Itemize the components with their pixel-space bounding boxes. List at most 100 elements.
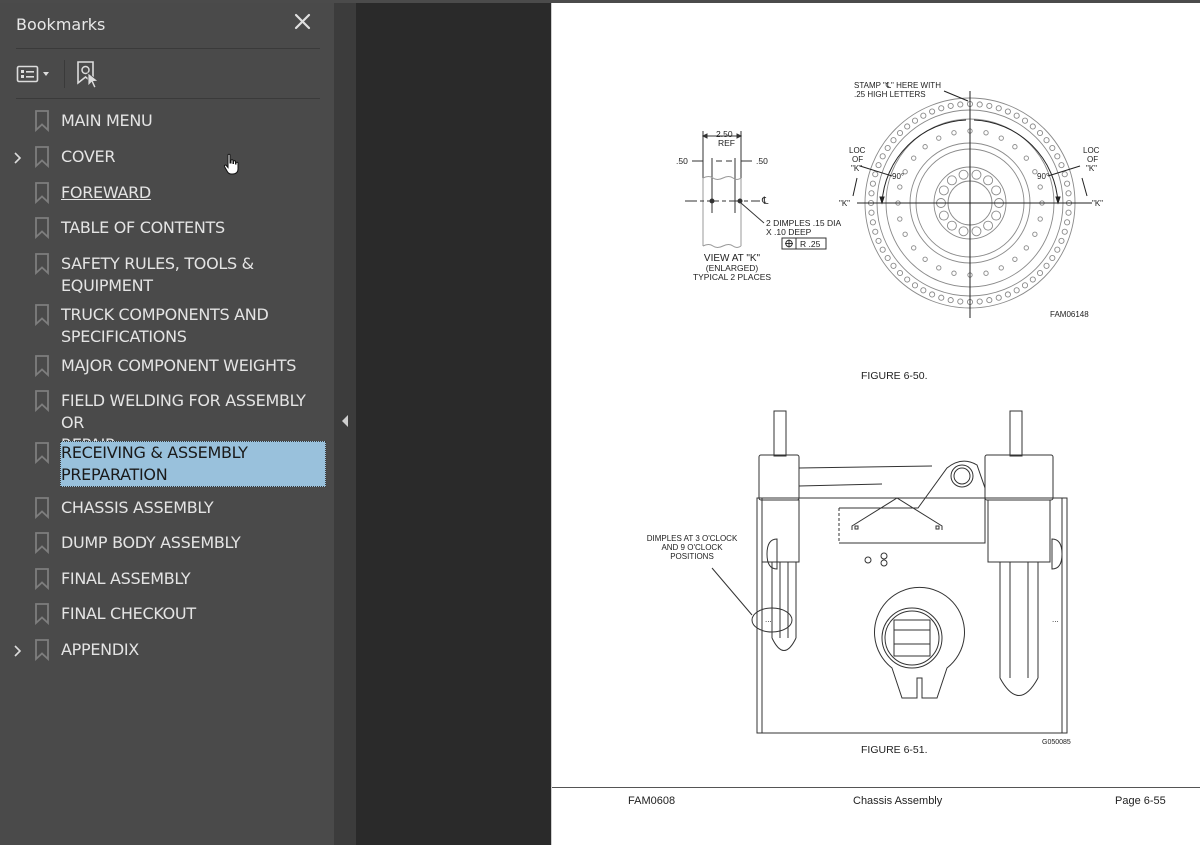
bolt-hole: [1058, 237, 1065, 244]
figure-51-id: G050085: [1042, 739, 1071, 746]
loc-left-line2: OF: [852, 155, 863, 164]
dimple-mark-right: ...: [1052, 615, 1059, 624]
bookmark-label-selected: RECEIVING & ASSEMBLY PREPARATION: [60, 441, 326, 487]
bolt-hole: [879, 153, 886, 160]
footer-page-number: Page 6-55: [1115, 795, 1166, 807]
figure-6-50-drawing: 2.50 REF .50 .50 ℄ 2 DIMPLES .15 DIA X .…: [676, 81, 1103, 382]
footer-rule: [552, 787, 1200, 788]
loc-right-line1: LOC: [1083, 146, 1100, 155]
bookmark-foreward[interactable]: FOREWARD: [0, 181, 334, 205]
bookmark-icon: [35, 146, 49, 168]
bolt-hole: [971, 169, 982, 180]
bolt-hole: [1037, 184, 1043, 190]
collapse-panel-icon[interactable]: [340, 413, 350, 429]
bolt-hole: [991, 185, 1002, 196]
bolt-hole: [946, 220, 957, 231]
bolt-hole: [920, 112, 927, 119]
bolt-hole: [976, 101, 983, 108]
bolt-hole: [983, 130, 989, 136]
bookmarks-toolbar: [16, 57, 320, 91]
bookmark-receiving-assembly-preparation[interactable]: RECEIVING & ASSEMBLY PREPARATION: [0, 441, 334, 487]
bolt-hole: [1004, 108, 1011, 115]
bolt-hole: [938, 294, 945, 301]
dimple-mark-left: ...: [765, 615, 772, 624]
bolt-hole: [884, 144, 891, 152]
bookmark-chassis-assembly[interactable]: CHASSIS ASSEMBLY: [0, 496, 334, 520]
bolt-hole: [1054, 246, 1061, 253]
k-label-right: "K": [1092, 199, 1103, 208]
bookmark-label: MAIN MENU: [61, 111, 153, 130]
bookmark-final-checkout[interactable]: FINAL CHECKOUT: [0, 602, 334, 626]
angle-left: 90°: [892, 172, 904, 181]
bookmark-appendix[interactable]: APPENDIX: [0, 638, 334, 662]
bookmark-cover[interactable]: COVER: [0, 145, 334, 169]
find-current-bookmark-icon: [77, 61, 100, 89]
bolt-hole: [971, 226, 982, 237]
dim-ref-label: REF: [718, 138, 735, 148]
bookmark-safety-rules[interactable]: SAFETY RULES, TOOLS & EQUIPMENT: [0, 252, 334, 298]
bookmark-dump-body-assembly[interactable]: DUMP BODY ASSEMBLY: [0, 531, 334, 555]
bookmark-label-line: TRUCK COMPONENTS AND: [61, 305, 269, 324]
bookmark-label: TABLE OF CONTENTS: [61, 218, 225, 237]
stamp-note-line1: STAMP "℄" HERE WITH: [854, 81, 941, 90]
bolt-hole: [1064, 180, 1071, 187]
dim-left: .50: [676, 156, 688, 166]
bolt-hole: [1054, 153, 1061, 160]
chevron-right-icon[interactable]: [11, 151, 25, 165]
close-panel-button[interactable]: [292, 11, 314, 33]
bolt-hole: [904, 276, 911, 283]
bolt-hole: [897, 184, 903, 190]
bookmark-major-component-weights[interactable]: MAJOR COMPONENT WEIGHTS: [0, 354, 334, 378]
loc-right-line2: OF: [1087, 155, 1098, 164]
bookmark-final-assembly[interactable]: FINAL ASSEMBLY: [0, 567, 334, 591]
bolt-hole: [929, 291, 936, 298]
bolt-hole: [1029, 276, 1036, 283]
bolt-hole: [957, 101, 964, 108]
bookmark-label: CHASSIS ASSEMBLY: [61, 498, 214, 517]
bookmark-main-menu[interactable]: MAIN MENU: [0, 109, 334, 133]
stamp-note-line2: .25 HIGH LETTERS: [854, 90, 926, 99]
dimples-note-line2: X .10 DEEP: [766, 227, 812, 237]
bookmark-table-of-contents[interactable]: TABLE OF CONTENTS: [0, 216, 334, 240]
bolt-hole: [929, 108, 936, 115]
bolt-hole: [995, 105, 1002, 112]
bookmark-truck-components[interactable]: TRUCK COMPONENTS AND SPECIFICATIONS: [0, 303, 334, 349]
bolt-hole: [1049, 254, 1056, 262]
bolt-hole: [890, 262, 897, 269]
tolerance-value: R .25: [800, 239, 821, 249]
bolt-hole: [976, 298, 983, 305]
bolt-hole: [936, 135, 942, 141]
options-menu-button[interactable]: [16, 63, 56, 85]
bolt-hole: [904, 123, 911, 130]
list-options-icon: [16, 65, 39, 83]
bolt-hole: [902, 231, 908, 237]
bookmarks-panel: Bookmarks MAIN MENU COVER FOREWARD TABLE…: [0, 3, 334, 845]
bolt-hole: [911, 282, 919, 289]
bolt-hole: [922, 144, 928, 150]
bookmark-label-line: SAFETY RULES, TOOLS &: [61, 254, 254, 273]
find-current-bookmark-button[interactable]: [74, 59, 104, 89]
bookmark-field-welding[interactable]: FIELD WELDING FOR ASSEMBLY ORREPAIR: [0, 389, 334, 454]
loc-left-line1: LOC: [849, 146, 866, 155]
bookmark-icon: [35, 532, 49, 554]
bolt-hole: [922, 256, 928, 262]
bolt-hole: [875, 162, 882, 169]
bolt-hole: [1036, 129, 1044, 137]
bolt-hole: [868, 190, 875, 197]
bolt-hole: [911, 117, 919, 124]
chevron-right-icon[interactable]: [11, 644, 25, 658]
bolt-hole: [1061, 228, 1068, 235]
bolt-hole: [868, 209, 875, 216]
dim-right: .50: [756, 156, 768, 166]
bolt-hole: [1043, 137, 1050, 144]
bookmark-label-line: PREPARATION: [61, 465, 168, 484]
bolt-hole: [875, 237, 882, 244]
bolt-hole: [951, 130, 957, 136]
figure-50-id: FAM06148: [1050, 310, 1089, 319]
bolt-hole: [1049, 144, 1056, 152]
bolt-hole: [1061, 171, 1068, 178]
bolt-hole: [1012, 144, 1018, 150]
bolt-hole: [938, 210, 949, 221]
bookmark-label: COVER: [61, 147, 116, 166]
bookmark-icon: [35, 497, 49, 519]
